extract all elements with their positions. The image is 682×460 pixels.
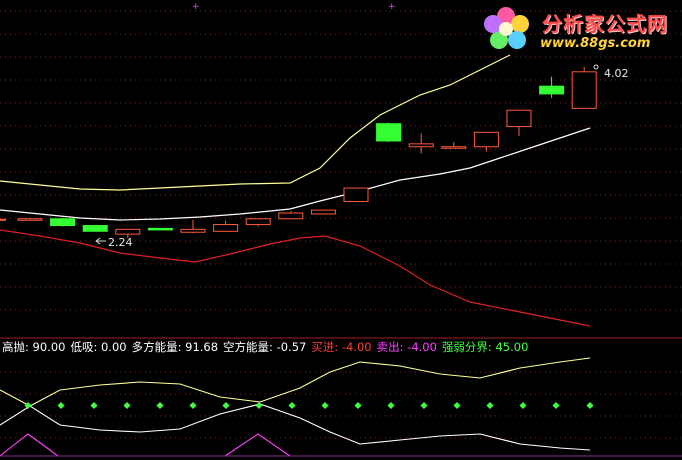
candle-body-2 [82, 225, 108, 232]
strength-dot-17 [586, 401, 594, 410]
strength-dot-1 [57, 401, 65, 410]
site-logo: 分析家公式网 www.88gs.com [484, 2, 680, 60]
candle-body-12 [408, 143, 434, 148]
candle-body-15 [506, 109, 532, 128]
logo-url: www.88gs.com [540, 36, 651, 51]
candle-body-13 [441, 146, 467, 149]
strength-dot-4 [156, 401, 164, 410]
strength-dot-12 [420, 401, 428, 410]
red-ma-line [0, 229, 591, 327]
candle-body-7 [245, 218, 271, 226]
indicator-legend: 高抛: 90.00 低吸: 0.00 多方能量: 91.68 空方能量: -0.57 买… [2, 340, 533, 355]
strength-dot-16 [552, 401, 560, 410]
indicator-2: 多方能量: 91.68 [131, 340, 219, 354]
candle-body-11 [376, 123, 402, 142]
low-price-label: 2.24 [108, 236, 133, 249]
strength-dot-9 [321, 401, 329, 410]
strength-dot-2 [90, 401, 98, 410]
middle-band-line [0, 127, 591, 221]
candle-body-16 [539, 85, 565, 95]
indicator-5: 卖出: -4.00 [376, 340, 437, 354]
strength-dot-14 [486, 401, 494, 410]
candle-partial-left [0, 218, 6, 221]
candle-body-17 [571, 71, 597, 109]
strength-dot-3 [123, 401, 131, 410]
sub-yellow-line [0, 357, 591, 407]
strength-dot-8 [288, 401, 296, 410]
strength-dot-13 [453, 401, 461, 410]
indicator-0: 高抛: 90.00 [2, 340, 66, 354]
top-mark-1: + [192, 2, 200, 12]
candle-body-8 [278, 212, 304, 220]
candle-body-1 [50, 218, 76, 227]
kline-chart[interactable]: + + [0, 0, 682, 460]
candle-body-10 [343, 187, 369, 202]
candle-body-0 [17, 218, 43, 221]
upper-band-line [0, 54, 511, 191]
sell-signal-2 [224, 433, 291, 457]
sub-white-line [0, 403, 591, 451]
indicator-1: 低吸: 0.00 [70, 340, 127, 354]
strength-dot-7 [255, 401, 263, 410]
flower-logo-icon [484, 7, 529, 49]
candle-body-3 [115, 228, 141, 235]
indicator-6: 强弱分界: 45.00 [441, 340, 529, 354]
sell-signal-1 [0, 433, 59, 457]
candle-body-4 [147, 227, 173, 231]
indicator-4: 买进: -4.00 [311, 340, 372, 354]
strength-dot-10 [354, 401, 362, 410]
candle-body-9 [310, 209, 336, 215]
candle-body-5 [180, 228, 206, 233]
indicator-3: 空方能量: -0.57 [223, 340, 307, 354]
candle-body-14 [473, 131, 499, 148]
strength-dot-5 [189, 401, 197, 410]
candle-body-6 [213, 224, 239, 232]
strength-dot-6 [222, 401, 230, 410]
strength-dot-11 [387, 401, 395, 410]
high-marker [593, 64, 599, 70]
stock-chart-window: + + 分析家公式网 www.88gs.com 4.02 2.24 高抛: 90.… [0, 0, 682, 460]
top-mark-2: + [388, 2, 396, 12]
strength-dot-15 [519, 401, 527, 410]
high-price-label: 4.02 [604, 67, 629, 80]
logo-title: 分析家公式网 [542, 12, 668, 36]
